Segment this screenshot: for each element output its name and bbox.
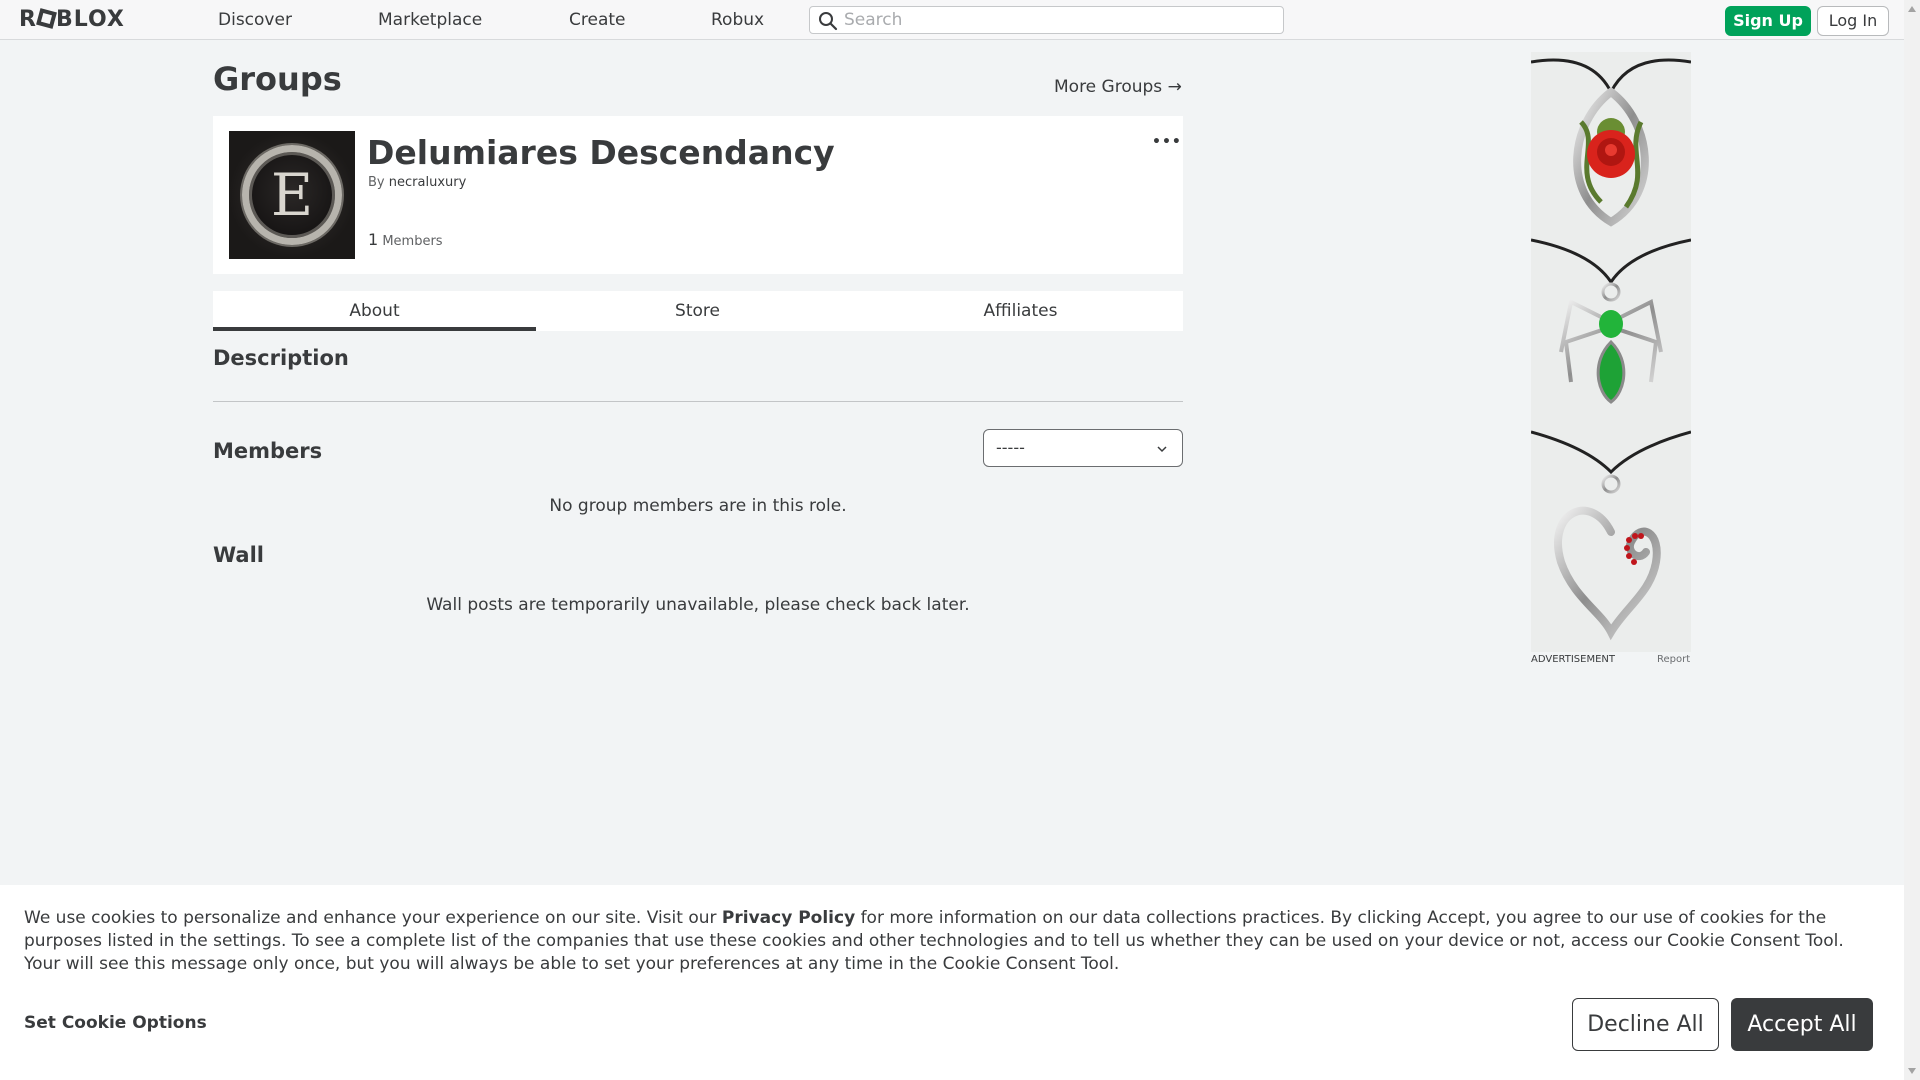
nav-discover-link[interactable]: Discover xyxy=(218,0,292,40)
advertisement-banner[interactable] xyxy=(1531,52,1691,652)
role-select-value: ----- xyxy=(996,438,1025,457)
set-cookie-options-link[interactable]: Set Cookie Options xyxy=(24,1013,207,1033)
search-input[interactable] xyxy=(844,8,1264,32)
tab-about[interactable]: About xyxy=(213,291,536,331)
wall-heading: Wall xyxy=(213,543,264,567)
nav-robux-link[interactable]: Robux xyxy=(711,0,764,40)
search-icon xyxy=(819,12,838,31)
roblox-logo-text: R BLOX xyxy=(19,7,125,32)
description-heading: Description xyxy=(213,346,349,370)
cookie-consent-banner: We use cookies to personalize and enhanc… xyxy=(0,885,1904,1080)
group-member-count: 1 Members xyxy=(368,230,443,249)
wall-unavailable-message: Wall posts are temporarily unavailable, … xyxy=(426,595,970,615)
privacy-policy-link[interactable]: Privacy Policy xyxy=(722,908,855,928)
scroll-up-arrow-icon[interactable] xyxy=(1908,6,1916,12)
group-owner-link[interactable]: necraluxury xyxy=(389,175,467,190)
ad-report-link[interactable]: Report xyxy=(1657,654,1690,665)
emblem-letter: E xyxy=(270,161,314,229)
group-header-card: E Delumiares Descendancy By necraluxury … xyxy=(213,116,1183,274)
nav-marketplace-link[interactable]: Marketplace xyxy=(378,0,482,40)
page-title: Groups xyxy=(213,60,342,98)
more-groups-link[interactable]: More Groups → xyxy=(1054,77,1182,97)
group-owner-by-label: By xyxy=(368,175,385,190)
nav-create-link[interactable]: Create xyxy=(569,0,626,40)
member-count-label: Members xyxy=(382,234,443,249)
search-box[interactable] xyxy=(809,6,1284,34)
tab-affiliates[interactable]: Affiliates xyxy=(859,291,1182,331)
log-in-button[interactable]: Log In xyxy=(1817,6,1889,36)
accept-all-button[interactable]: Accept All xyxy=(1731,998,1873,1051)
group-owner: By necraluxury xyxy=(368,175,466,190)
members-empty-message: No group members are in this role. xyxy=(549,496,847,516)
cookie-text-part-1: We use cookies to personalize and enhanc… xyxy=(24,908,722,928)
members-heading: Members xyxy=(213,439,323,463)
roblox-logo[interactable]: R BLOX xyxy=(19,6,125,34)
scroll-down-arrow-icon[interactable] xyxy=(1908,1068,1916,1074)
more-options-icon[interactable]: ••• xyxy=(1152,134,1182,150)
cookie-message: We use cookies to personalize and enhanc… xyxy=(24,907,1884,976)
decline-all-button[interactable]: Decline All xyxy=(1572,998,1719,1051)
page-scrollbar[interactable] xyxy=(1904,0,1920,1080)
group-emblem[interactable]: E xyxy=(229,131,355,259)
group-tabs: About Store Affiliates xyxy=(213,291,1183,331)
section-divider xyxy=(213,401,1183,402)
emblem-ring: E xyxy=(242,145,342,245)
chevron-down-icon xyxy=(1157,446,1167,453)
jewelry-pendants-image xyxy=(1531,52,1691,652)
group-name: Delumiares Descendancy xyxy=(367,133,835,172)
tab-store[interactable]: Store xyxy=(536,291,859,331)
advertisement-label: ADVERTISEMENT xyxy=(1531,654,1616,665)
top-navigation-bar: R BLOX Discover Marketplace Create Robux … xyxy=(0,0,1904,40)
sign-up-button[interactable]: Sign Up xyxy=(1725,6,1811,36)
member-count-value: 1 xyxy=(368,230,379,249)
role-select-dropdown[interactable]: ----- xyxy=(983,429,1183,467)
